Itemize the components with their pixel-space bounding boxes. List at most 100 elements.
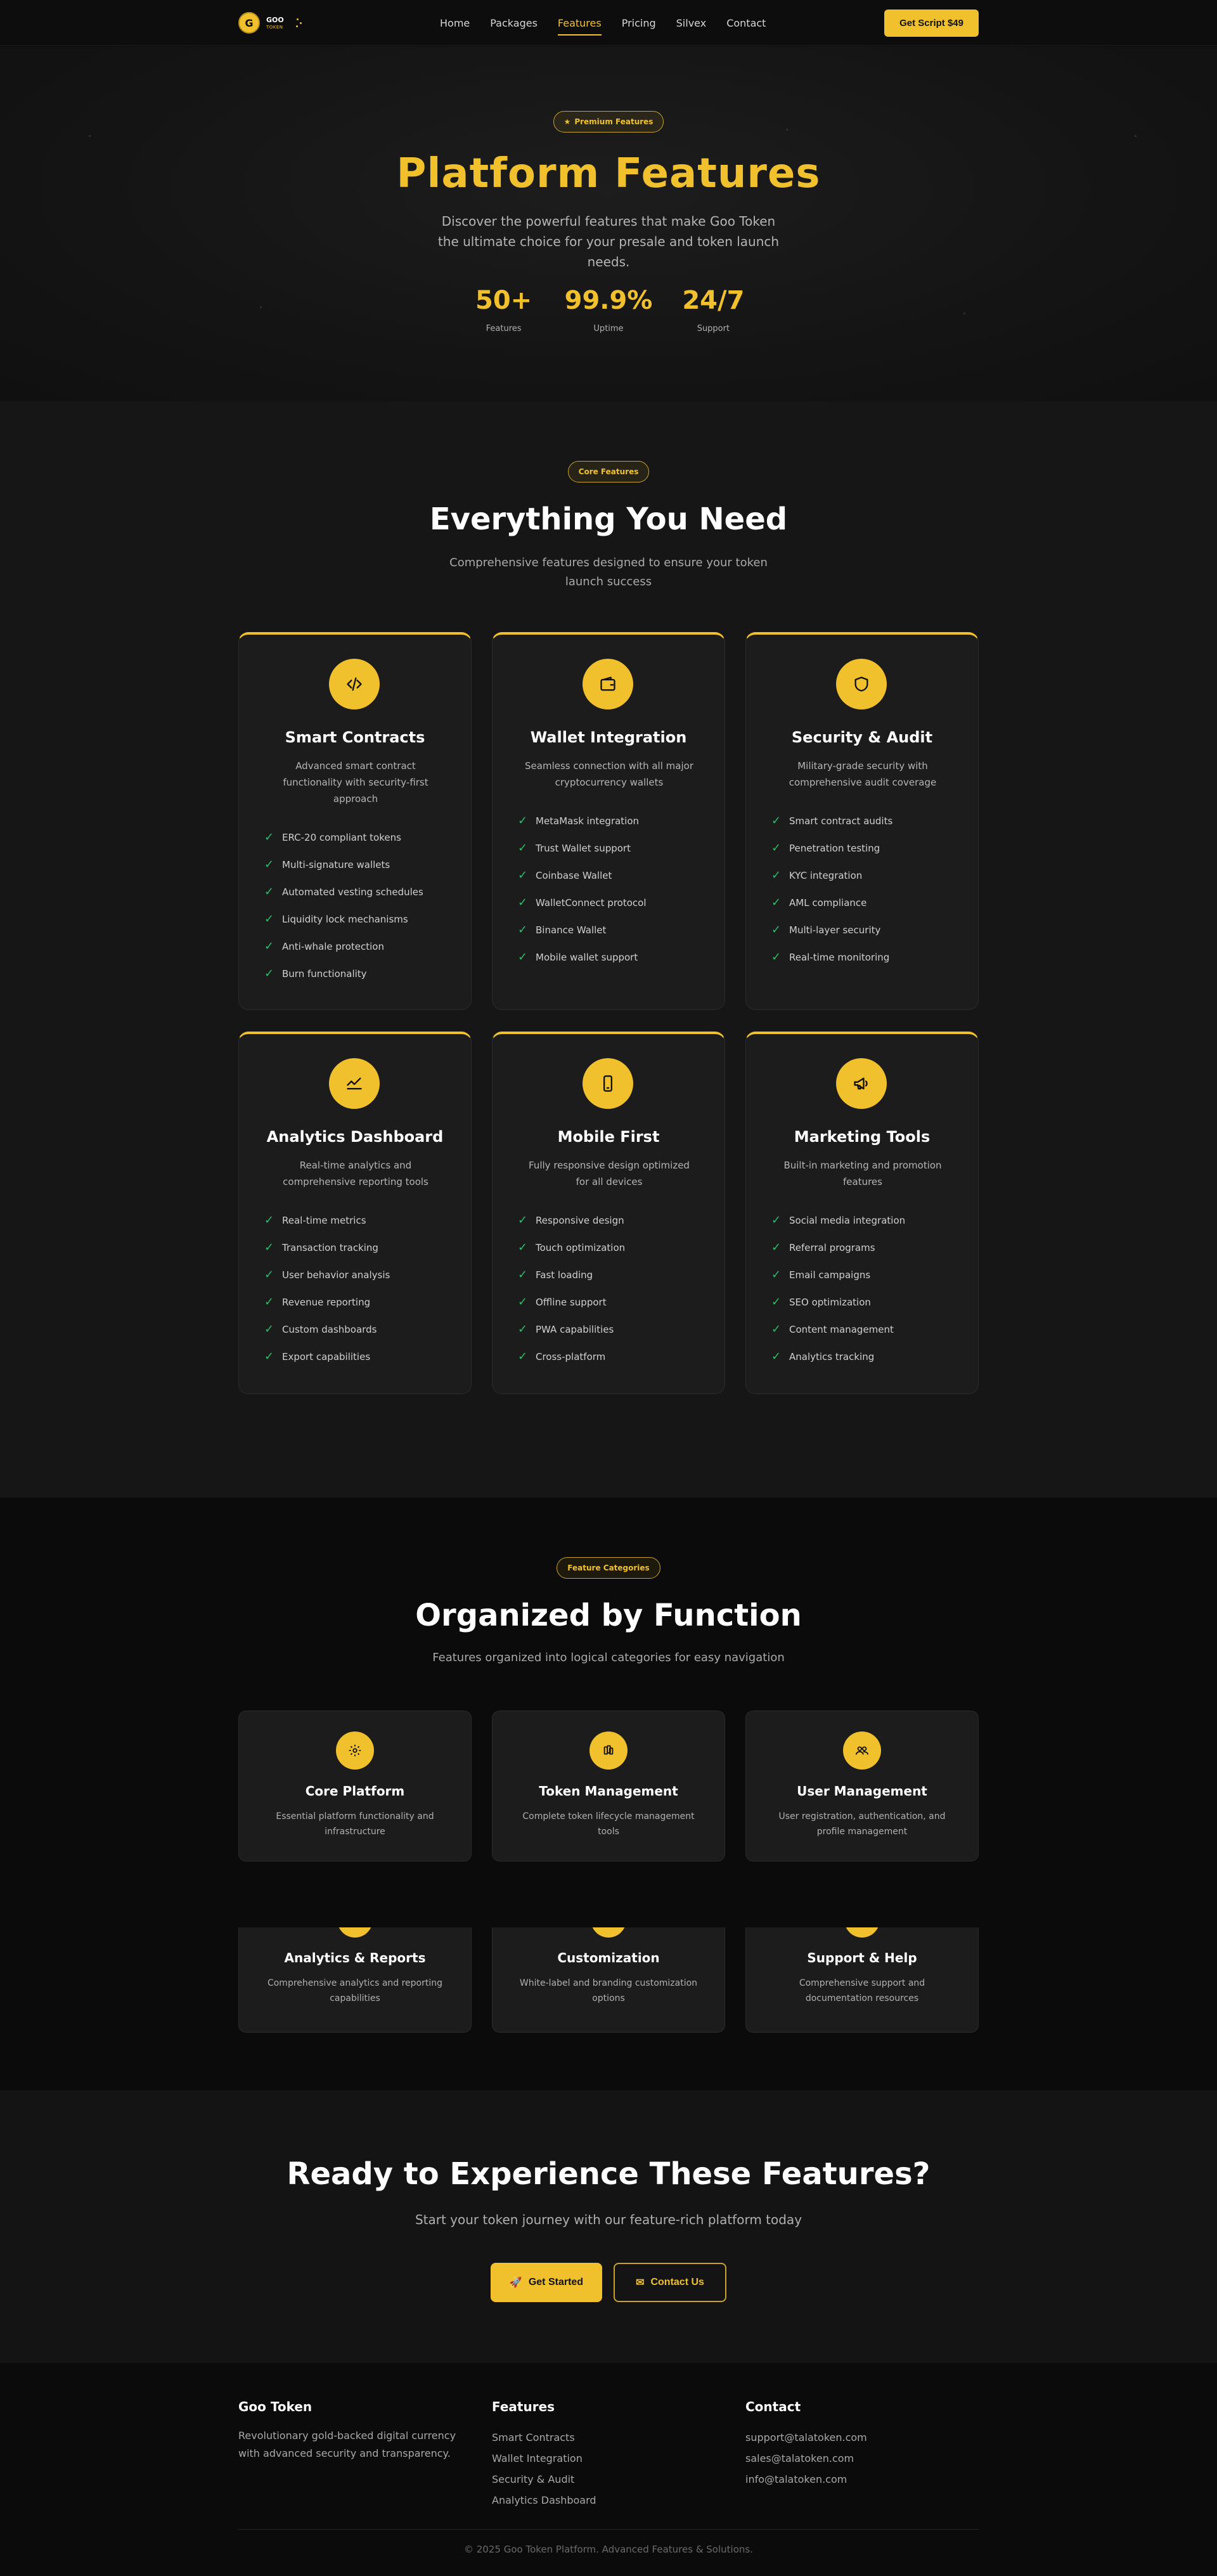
feature-list: ✓ Real-time metrics ✓ Transaction tracking…: [264, 1207, 390, 1370]
category-title: Customization: [557, 1950, 660, 1965]
category-card-user-management[interactable]: User Management User registration, authe…: [745, 1711, 979, 1861]
section-title: Organized by Function: [415, 1598, 802, 1633]
footer-email-link[interactable]: sales@talatoken.com: [745, 2448, 867, 2469]
list-item: ✓ Analytics tracking: [771, 1350, 875, 1363]
nav-link-silvex[interactable]: Silvex: [676, 13, 707, 33]
feature-list: ✓ ERC-20 compliant tokens ✓ Multi-signatur…: [264, 824, 423, 987]
feature-categories-badge: Feature Categories: [557, 1557, 660, 1579]
feature-list: ✓ Responsive design ✓ Touch optimization ✓…: [518, 1207, 625, 1370]
card-title: Smart Contracts: [285, 728, 425, 746]
check-icon: ✓: [518, 1350, 528, 1363]
check-icon: ✓: [771, 1214, 782, 1227]
list-item: ✓ Binance Wallet: [518, 923, 607, 936]
card-description: Built-in marketing and promotion feature…: [783, 1160, 942, 1188]
nav-link-home[interactable]: Home: [440, 13, 470, 33]
top-navbar: G GOO TOKEN Home Packages Features Prici…: [0, 0, 1217, 46]
footer-link[interactable]: Analytics Dashboard: [492, 2490, 596, 2511]
check-icon: ✓: [771, 950, 782, 964]
stat-value: 99.9%: [564, 286, 653, 315]
hero-section: ★ Premium Features Platform Features Dis…: [0, 46, 1217, 401]
contact-us-button[interactable]: ✉ Contact Us: [614, 2263, 726, 2302]
footer-email-link[interactable]: support@talatoken.com: [745, 2427, 867, 2448]
stat-support: 24/7 Support: [681, 286, 745, 333]
stats-row: 50+ Features 99.9% Uptime 24/7 Support: [0, 286, 1217, 333]
nav-link-pricing[interactable]: Pricing: [622, 13, 656, 33]
check-icon: ✓: [264, 858, 274, 871]
cta-subtitle: Start your token journey with our featur…: [415, 2212, 802, 2227]
feature-list: ✓ Social media integration ✓ Referral prog…: [771, 1207, 905, 1370]
footer-about: Goo Token Revolutionary gold-backed digi…: [238, 2399, 479, 2463]
footer: Goo Token Revolutionary gold-backed digi…: [0, 2362, 1217, 2576]
feature-categories-section: Feature Categories Organized by Function…: [0, 1498, 1217, 2090]
category-title: Support & Help: [807, 1950, 917, 1965]
category-title: Analytics & Reports: [284, 1950, 426, 1965]
section-subtitle: Features organized into logical categori…: [432, 1651, 785, 1664]
category-description: White-label and branding customization o…: [519, 1978, 698, 2003]
category-card-support-help[interactable]: Support & Help Comprehensive support and…: [745, 1927, 979, 2033]
footer-email-link[interactable]: info@talatoken.com: [745, 2469, 867, 2490]
check-icon: ✓: [771, 1268, 782, 1281]
stat-label: Uptime: [593, 324, 624, 333]
check-icon: ✓: [264, 831, 274, 844]
get-started-button[interactable]: 🚀 Get Started: [491, 2263, 602, 2302]
category-card-token-management[interactable]: Token Management Complete token lifecycl…: [492, 1711, 725, 1861]
nav-link-features[interactable]: Features: [557, 13, 602, 36]
category-title: Core Platform: [305, 1783, 405, 1799]
section-title: Everything You Need: [429, 502, 788, 537]
feature-card-marketing-tools: Marketing Tools Built-in marketing and p…: [745, 1032, 979, 1394]
check-icon: ✓: [518, 869, 528, 882]
logo-coin-icon: G: [238, 12, 260, 34]
footer-link[interactable]: Smart Contracts: [492, 2427, 596, 2448]
list-item: ✓ Social media integration: [771, 1214, 906, 1227]
list-item: ✓ Mobile wallet support: [518, 950, 638, 964]
card-description: Advanced smart contract functionality wi…: [283, 760, 428, 805]
check-icon: ✓: [518, 923, 528, 936]
footer-link[interactable]: Security & Audit: [492, 2469, 596, 2490]
footer-heading: Features: [492, 2399, 555, 2414]
feature-card-smart-contracts: Smart Contracts Advanced smart contract …: [238, 632, 472, 1010]
category-card-analytics-reports[interactable]: Analytics & Reports Comprehensive analyt…: [238, 1927, 472, 2033]
list-item: ✓ Responsive design: [518, 1214, 624, 1227]
nav-link-packages[interactable]: Packages: [490, 13, 538, 33]
check-icon: ✓: [771, 869, 782, 882]
analytics-icon: [337, 1927, 373, 1938]
footer-divider: [238, 2529, 979, 2530]
footer-link[interactable]: Wallet Integration: [492, 2448, 596, 2469]
brand-logo[interactable]: G GOO TOKEN: [238, 12, 303, 34]
category-title: User Management: [797, 1783, 927, 1799]
check-icon: ✓: [518, 1323, 528, 1336]
category-card-core-platform[interactable]: Core Platform Essential platform functio…: [238, 1711, 472, 1861]
megaphone-icon: [836, 1058, 887, 1109]
users-icon: [843, 1731, 881, 1770]
category-card-customization[interactable]: Customization White-label and branding c…: [492, 1927, 725, 2033]
star-icon: ★: [563, 117, 571, 126]
check-icon: ✓: [264, 912, 274, 926]
check-icon: ✓: [518, 1268, 528, 1281]
check-icon: ✓: [771, 841, 782, 855]
list-item: ✓ Multi-signature wallets: [264, 858, 390, 871]
stat-uptime: 99.9% Uptime: [565, 286, 653, 333]
list-item: ✓ Anti-whale protection: [264, 940, 384, 953]
support-icon: [844, 1927, 880, 1938]
list-item: ✓ Multi-layer security: [771, 923, 881, 936]
footer-heading: Goo Token: [238, 2399, 312, 2414]
card-title: Marketing Tools: [794, 1128, 930, 1146]
list-item: ✓ PWA capabilities: [518, 1323, 614, 1336]
section-subtitle: Comprehensive features designed to ensur…: [449, 556, 768, 588]
card-title: Mobile First: [557, 1128, 660, 1146]
page-title: Platform Features: [396, 150, 821, 197]
get-script-button[interactable]: Get Script $49: [884, 9, 979, 37]
stat-features: 50+ Features: [472, 286, 536, 333]
stat-label: Support: [697, 324, 730, 333]
list-item: ✓ Revenue reporting: [264, 1295, 371, 1309]
check-icon: ✓: [518, 814, 528, 827]
check-icon: ✓: [264, 967, 274, 980]
list-item: ✓ Smart contract audits: [771, 814, 893, 827]
list-item: ✓ Coinbase Wallet: [518, 869, 612, 882]
rocket-icon: 🚀: [509, 2277, 522, 2288]
check-icon: ✓: [264, 1268, 274, 1281]
nav-link-contact[interactable]: Contact: [726, 13, 766, 33]
category-description: Essential platform functionality and inf…: [276, 1811, 434, 1837]
footer-heading: Contact: [745, 2399, 801, 2414]
check-icon: ✓: [264, 940, 274, 953]
